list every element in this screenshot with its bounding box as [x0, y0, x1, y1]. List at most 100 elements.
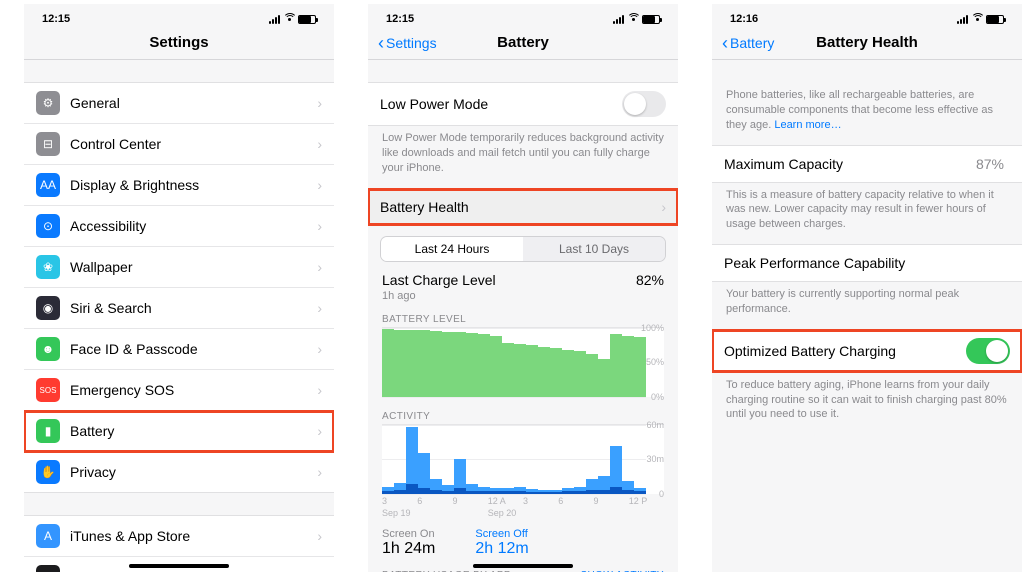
settings-group-1: ⚙General›⊟Control Center›AADisplay & Bri…	[24, 82, 334, 493]
chevron-right-icon: ›	[317, 177, 322, 193]
battery-bar	[418, 330, 430, 396]
max-capacity-footer: This is a measure of battery capacity re…	[712, 183, 1022, 245]
activity-bar	[502, 488, 514, 494]
activity-bar	[466, 484, 478, 493]
battery-icon: ▮	[36, 419, 60, 443]
chevron-right-icon: ›	[317, 95, 322, 111]
x-tick: 6	[558, 496, 593, 506]
screen-on-value: 1h 24m	[382, 540, 435, 558]
row-label: Peak Performance Capability	[724, 255, 1010, 271]
battery-icon	[986, 15, 1004, 24]
back-button[interactable]: ‹ Battery	[722, 35, 774, 51]
activity-bar	[550, 490, 562, 493]
learn-more-link[interactable]: Learn more…	[774, 119, 841, 131]
battery-level-chart: 100% 50% 0%	[382, 327, 664, 397]
segment-10d[interactable]: Last 10 Days	[523, 237, 665, 261]
status-icons	[269, 15, 316, 24]
wallpaper-icon: ❀	[36, 255, 60, 279]
wallet-apple-pay-icon: ▭	[36, 565, 60, 572]
battery-bar	[478, 334, 490, 396]
row-label: Maximum Capacity	[724, 156, 976, 172]
battery-bar	[526, 345, 538, 396]
settings-row-general[interactable]: ⚙General›	[24, 83, 334, 124]
siri-search-icon: ◉	[36, 296, 60, 320]
show-activity-link[interactable]: SHOW ACTIVITY	[580, 570, 664, 572]
settings-row-itunes-app-store[interactable]: AiTunes & App Store›	[24, 516, 334, 557]
activity-label: ACTIVITY	[368, 397, 678, 424]
page-title: Settings	[149, 34, 208, 51]
control-center-icon: ⊟	[36, 132, 60, 156]
segmented-control[interactable]: Last 24 Hours Last 10 Days	[380, 236, 666, 262]
back-label: Battery	[730, 35, 774, 51]
activity-bar	[454, 459, 466, 494]
accessibility-icon: ⊙	[36, 214, 60, 238]
toggle-optimized-charging[interactable]	[966, 338, 1010, 364]
optimized-footer: To reduce battery aging, iPhone learns f…	[712, 373, 1022, 435]
last-charge-pct: 82%	[636, 272, 664, 288]
row-peak-performance: Peak Performance Capability	[712, 245, 1022, 281]
row-low-power-mode[interactable]: Low Power Mode	[368, 83, 678, 125]
settings-row-control-center[interactable]: ⊟Control Center›	[24, 124, 334, 165]
row-battery-health[interactable]: Battery Health ›	[368, 189, 678, 225]
last-charge-row: Last Charge Level 82%	[368, 270, 678, 290]
chevron-right-icon: ›	[317, 464, 322, 480]
chevron-right-icon: ›	[317, 218, 322, 234]
battery-bar	[442, 332, 454, 397]
screen-settings: 12:15 Settings ⚙General› ⊟ Control Center ›…	[24, 4, 334, 572]
navbar-battery: ‹ Settings Battery	[368, 26, 678, 60]
page-title: Battery Health	[816, 34, 918, 51]
x-tick: 12 A	[488, 496, 523, 506]
chevron-right-icon: ›	[317, 423, 322, 439]
activity-bar	[538, 490, 550, 493]
home-indicator	[129, 564, 229, 568]
activity-bar	[478, 487, 490, 494]
row-label: Battery	[70, 423, 317, 439]
x-axis-ticks: 36912 A36912 P	[382, 496, 664, 506]
row-label: Control Center	[70, 136, 317, 152]
settings-row-siri-search[interactable]: ◉Siri & Search›	[24, 288, 334, 329]
status-bar: 12:15	[24, 4, 334, 26]
chevron-right-icon: ›	[317, 528, 322, 544]
settings-row-privacy[interactable]: ✋Privacy›	[24, 452, 334, 492]
x-tick: 3	[382, 496, 417, 506]
row-optimized-charging[interactable]: Optimized Battery Charging	[712, 330, 1022, 372]
activity-bar	[574, 487, 586, 494]
navbar-settings: Settings	[24, 26, 334, 60]
page-title: Battery	[497, 34, 549, 51]
signal-icon	[957, 15, 968, 24]
battery-bar	[430, 331, 442, 397]
peak-footer: Your battery is currently supporting nor…	[712, 282, 1022, 329]
settings-row-face-id-passcode[interactable]: ☻Face ID & Passcode›	[24, 329, 334, 370]
battery-bar	[382, 329, 394, 397]
screen-time-row: Screen On 1h 24m Screen Off 2h 12m	[368, 518, 678, 564]
status-time: 12:15	[386, 13, 414, 25]
status-icons	[613, 15, 660, 24]
last-charge-title: Last Charge Level	[382, 272, 496, 288]
status-icons	[957, 15, 1004, 24]
battery-level-label: BATTERY LEVEL	[368, 308, 678, 327]
settings-row-display-brightness[interactable]: AADisplay & Brightness›	[24, 165, 334, 206]
activity-bar	[634, 488, 646, 494]
settings-row-battery[interactable]: ▮ Battery›	[24, 411, 334, 452]
battery-icon	[298, 15, 316, 24]
battery-bar	[634, 337, 646, 396]
x-tick: 9	[453, 496, 488, 506]
back-button[interactable]: ‹ Settings	[378, 35, 437, 51]
chevron-right-icon: ›	[317, 259, 322, 275]
activity-chart: 60m 30m 0	[382, 424, 664, 494]
settings-row-accessibility[interactable]: ⊙ Accessibility›	[24, 206, 334, 247]
battery-bar	[550, 348, 562, 396]
row-label: Display & Brightness	[70, 177, 317, 193]
settings-row-wallpaper[interactable]: ❀Wallpaper›	[24, 247, 334, 288]
battery-bar	[394, 330, 406, 397]
settings-row-emergency-sos[interactable]: SOSEmergency SOS›	[24, 370, 334, 411]
back-label: Settings	[386, 35, 437, 51]
row-label: Emergency SOS	[70, 382, 317, 398]
toggle-low-power[interactable]	[622, 91, 666, 117]
chevron-left-icon: ‹	[722, 36, 728, 50]
battery-bar	[538, 347, 550, 397]
ylabel: 0	[659, 489, 664, 499]
row-label: Accessibility	[70, 218, 317, 234]
segment-24h[interactable]: Last 24 Hours	[381, 237, 523, 261]
activity-bar	[562, 488, 574, 494]
